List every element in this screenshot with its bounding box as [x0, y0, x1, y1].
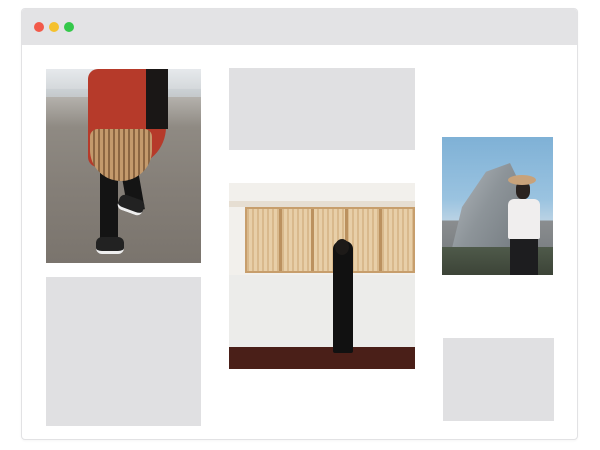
photo-wall: [229, 275, 415, 347]
photo-shirt: [508, 199, 540, 239]
photo-head: [335, 239, 349, 255]
window-titlebar: [22, 9, 577, 45]
gallery-placeholder-tile[interactable]: [443, 338, 554, 421]
browser-window: [21, 8, 578, 440]
photo-hat: [508, 175, 536, 185]
photo-bamboo-blinds: [245, 207, 415, 273]
photo-sneaker: [96, 237, 124, 254]
photo-dark-sleeve: [146, 69, 168, 129]
gallery-photo-half-dome[interactable]: [442, 137, 553, 275]
maximize-window-button[interactable]: [64, 22, 74, 32]
photo-floor: [229, 347, 415, 369]
photo-person: [333, 241, 353, 353]
close-window-button[interactable]: [34, 22, 44, 32]
gallery-photo-beach[interactable]: [46, 69, 201, 263]
photo-pants: [510, 239, 538, 275]
gallery-photo-blinds[interactable]: [229, 183, 415, 369]
gallery-placeholder-tile[interactable]: [229, 68, 415, 150]
minimize-window-button[interactable]: [49, 22, 59, 32]
gallery-placeholder-tile[interactable]: [46, 277, 201, 426]
